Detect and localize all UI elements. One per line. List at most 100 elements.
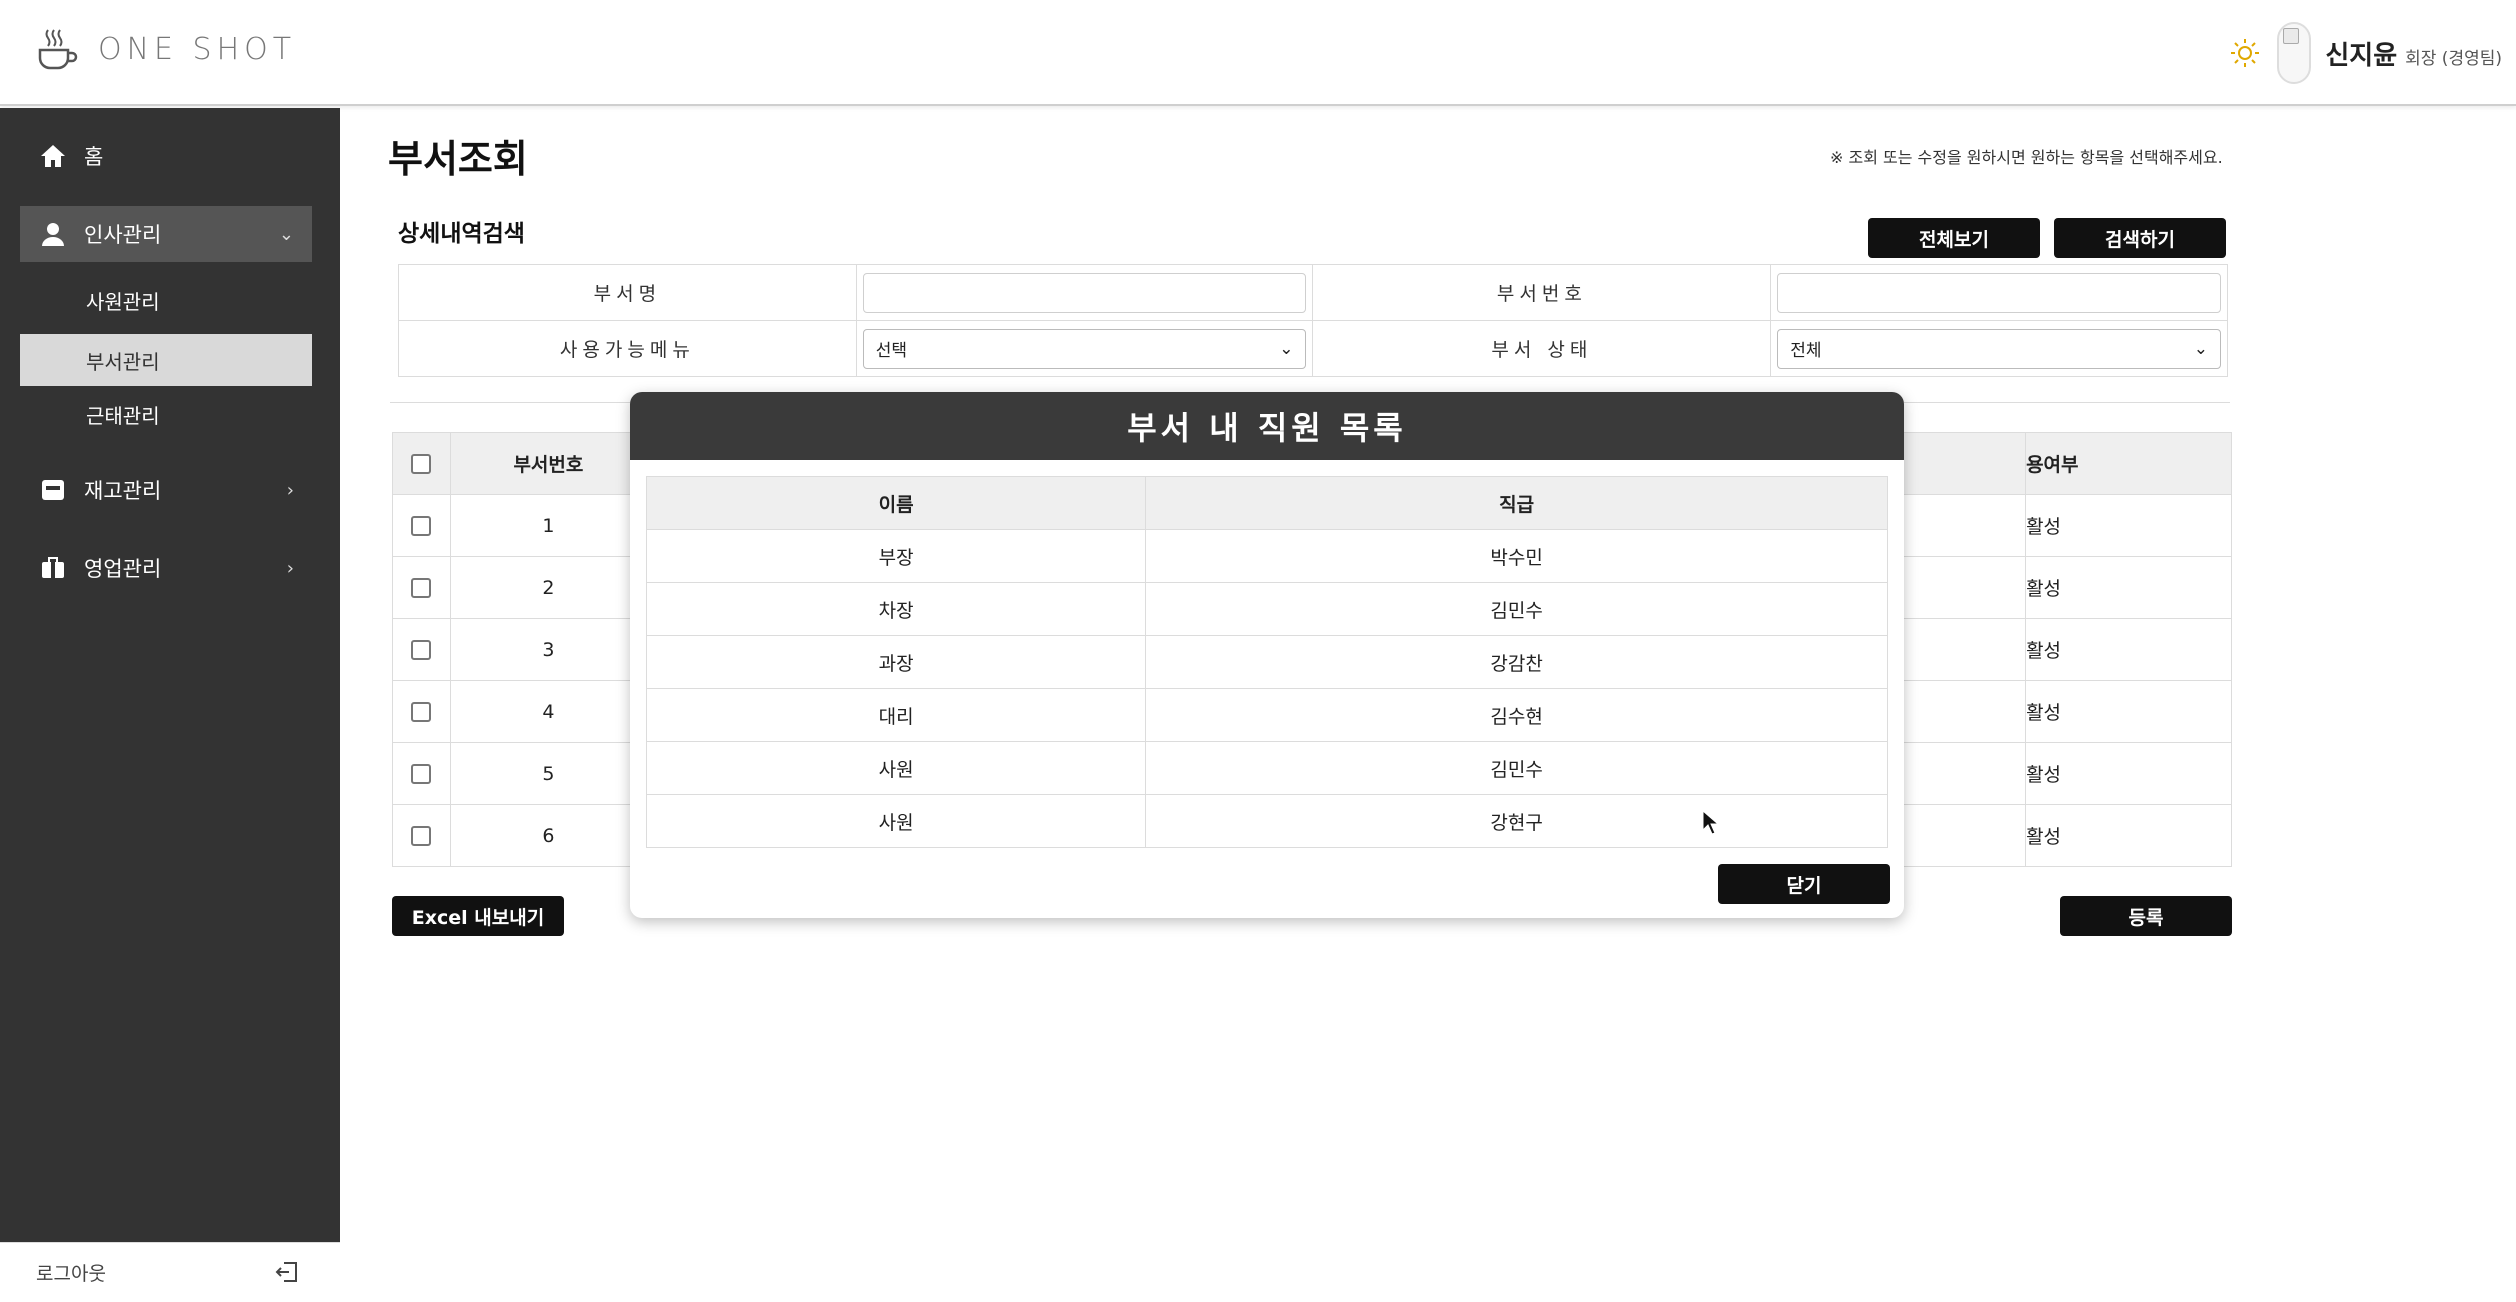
dept-name-input[interactable] (862, 272, 1307, 313)
col-status-label: 용여부 (2026, 454, 2079, 476)
select-all-cell (392, 432, 451, 495)
dept-name-label: 부서명 (398, 264, 857, 321)
row-checkbox-cell (392, 680, 451, 743)
logout-label: 로그아웃 (36, 1263, 106, 1285)
rank-cell: 김민수 (1145, 582, 1888, 636)
dept-no-input[interactable] (1777, 272, 2221, 313)
theme-toggle-sun-icon[interactable] (2227, 35, 2263, 71)
employee-list-modal: 부서 내 직원 목록 이름 직급 부장 박수민 차장 김민수 과장 강감찬 대리… (630, 392, 1904, 918)
page-note: ※ 조회 또는 수정을 원하시면 원하는 항목을 선택해주세요. (1830, 148, 2223, 167)
col-status: 용여부 (2025, 432, 2232, 495)
inbox-icon (38, 475, 68, 505)
status-cell: 전체 ⌄ (1770, 320, 2228, 377)
sidebar-subitem-label: 근태관리 (86, 403, 160, 428)
row-checkbox-cell (392, 494, 451, 557)
logo[interactable]: ONE SHOT (36, 26, 296, 72)
user-role: 회장 (경영팀) (2405, 48, 2502, 69)
row-checkbox[interactable] (411, 764, 432, 784)
rank-cell: 김민수 (1145, 741, 1888, 795)
chevron-down-icon: ⌄ (2193, 338, 2208, 359)
row-checkbox[interactable] (411, 702, 432, 722)
modal-title: 부서 내 직원 목록 (630, 392, 1904, 460)
sidebar-subitem-label: 사원관리 (86, 289, 160, 314)
dept-no-cell: 5 (449, 742, 647, 805)
home-icon (38, 141, 68, 171)
coffee-cup-icon (38, 29, 78, 70)
view-all-button[interactable]: 전체보기 (1868, 218, 2040, 258)
mouse-cursor-icon (1702, 810, 1720, 835)
col-name: 이름 (645, 476, 1147, 530)
logo-text: ONE SHOT (98, 31, 297, 67)
status-cell: 활성 (2025, 680, 2232, 743)
section-title: 상세내역검색 (398, 221, 525, 247)
menu-select[interactable]: 선택 ⌄ (862, 328, 1307, 369)
name-cell: 부장 (645, 529, 1147, 583)
dept-no-cell: 3 (449, 618, 647, 681)
briefcase-icon (38, 553, 68, 583)
logout-icon (275, 1262, 297, 1282)
status-cell: 활성 (2025, 618, 2232, 681)
user-name: 신지윤 (2325, 40, 2398, 71)
search-form: 부서명 부서번호 사용가능메뉴 선택 ⌄ 부서 상태 전체 ⌄ (398, 264, 2228, 377)
row-checkbox-cell (392, 804, 451, 867)
top-header: ONE SHOT 신지윤 회장 (경영팀) (0, 0, 2516, 106)
logout-button[interactable]: 로그아웃 (0, 1242, 340, 1302)
chevron-right-icon: › (286, 557, 294, 579)
select-all-checkbox[interactable] (411, 454, 432, 474)
rank-cell: 강현구 (1145, 794, 1888, 848)
sidebar-item-home[interactable]: 홈 (20, 128, 312, 184)
row-checkbox[interactable] (411, 516, 432, 536)
avatar[interactable] (2277, 22, 2312, 84)
status-cell: 활성 (2025, 742, 2232, 805)
row-checkbox[interactable] (411, 578, 432, 598)
person-icon (38, 219, 68, 249)
row-checkbox-cell (392, 742, 451, 805)
row-checkbox[interactable] (411, 640, 432, 660)
table-row: 사원 김민수 (645, 741, 1888, 795)
name-cell: 사원 (645, 794, 1147, 848)
sidebar-subitem-employee[interactable]: 사원관리 (20, 274, 312, 326)
status-cell: 활성 (2025, 804, 2232, 867)
dept-no-cell: 4 (449, 680, 647, 743)
dept-no-label: 부서번호 (1312, 264, 1772, 321)
sidebar-item-inventory[interactable]: 재고관리 › (20, 462, 312, 518)
sidebar-item-label: 인사관리 (84, 223, 162, 247)
status-cell: 활성 (2025, 494, 2232, 557)
chevron-down-icon: ⌄ (278, 223, 294, 245)
chevron-down-icon: ⌄ (1279, 338, 1294, 359)
name-cell: 사원 (645, 741, 1147, 795)
table-row: 대리 김수현 (645, 688, 1888, 742)
dept-no-cell: 2 (449, 556, 647, 619)
status-select-value: 전체 (1790, 341, 1822, 361)
col-rank: 직급 (1145, 476, 1888, 530)
user-area: 신지윤 회장 (경영팀) (2227, 22, 2502, 84)
sidebar-item-label: 재고관리 (84, 479, 162, 503)
register-button[interactable]: 등록 (2060, 896, 2232, 936)
dept-no-cell: 6 (449, 804, 647, 867)
name-cell: 대리 (645, 688, 1147, 742)
sidebar-subitem-department[interactable]: 부서관리 (20, 334, 312, 386)
excel-export-button[interactable]: Excel 내보내기 (392, 896, 564, 936)
search-button[interactable]: 검색하기 (2054, 218, 2226, 258)
modal-header-row: 이름 직급 (645, 476, 1888, 530)
dept-no-cell (1770, 264, 2228, 321)
menu-select-value: 선택 (875, 341, 908, 361)
dept-name-cell (855, 264, 1314, 321)
row-checkbox[interactable] (411, 826, 432, 846)
sidebar-item-sales[interactable]: 영업관리 › (20, 540, 312, 596)
status-select[interactable]: 전체 ⌄ (1777, 328, 2221, 369)
table-row: 차장 김민수 (645, 582, 1888, 636)
sidebar-item-hr[interactable]: 인사관리 ⌄ (20, 206, 312, 262)
row-checkbox-cell (392, 618, 451, 681)
table-row: 과장 강감찬 (645, 635, 1888, 689)
modal-employee-table: 이름 직급 부장 박수민 차장 김민수 과장 강감찬 대리 김수현 사원 김민수… (645, 476, 1888, 848)
row-checkbox-cell (392, 556, 451, 619)
sidebar-subitem-label: 부서관리 (86, 349, 160, 374)
sidebar-item-label: 영업관리 (84, 557, 162, 581)
status-label: 부서 상태 (1312, 320, 1772, 377)
modal-close-button[interactable]: 닫기 (1718, 864, 1890, 904)
dept-no-cell: 1 (449, 494, 647, 557)
sidebar-subitem-attendance[interactable]: 근태관리 (20, 388, 312, 440)
menu-cell: 선택 ⌄ (855, 320, 1314, 377)
rank-cell: 박수민 (1145, 529, 1888, 583)
